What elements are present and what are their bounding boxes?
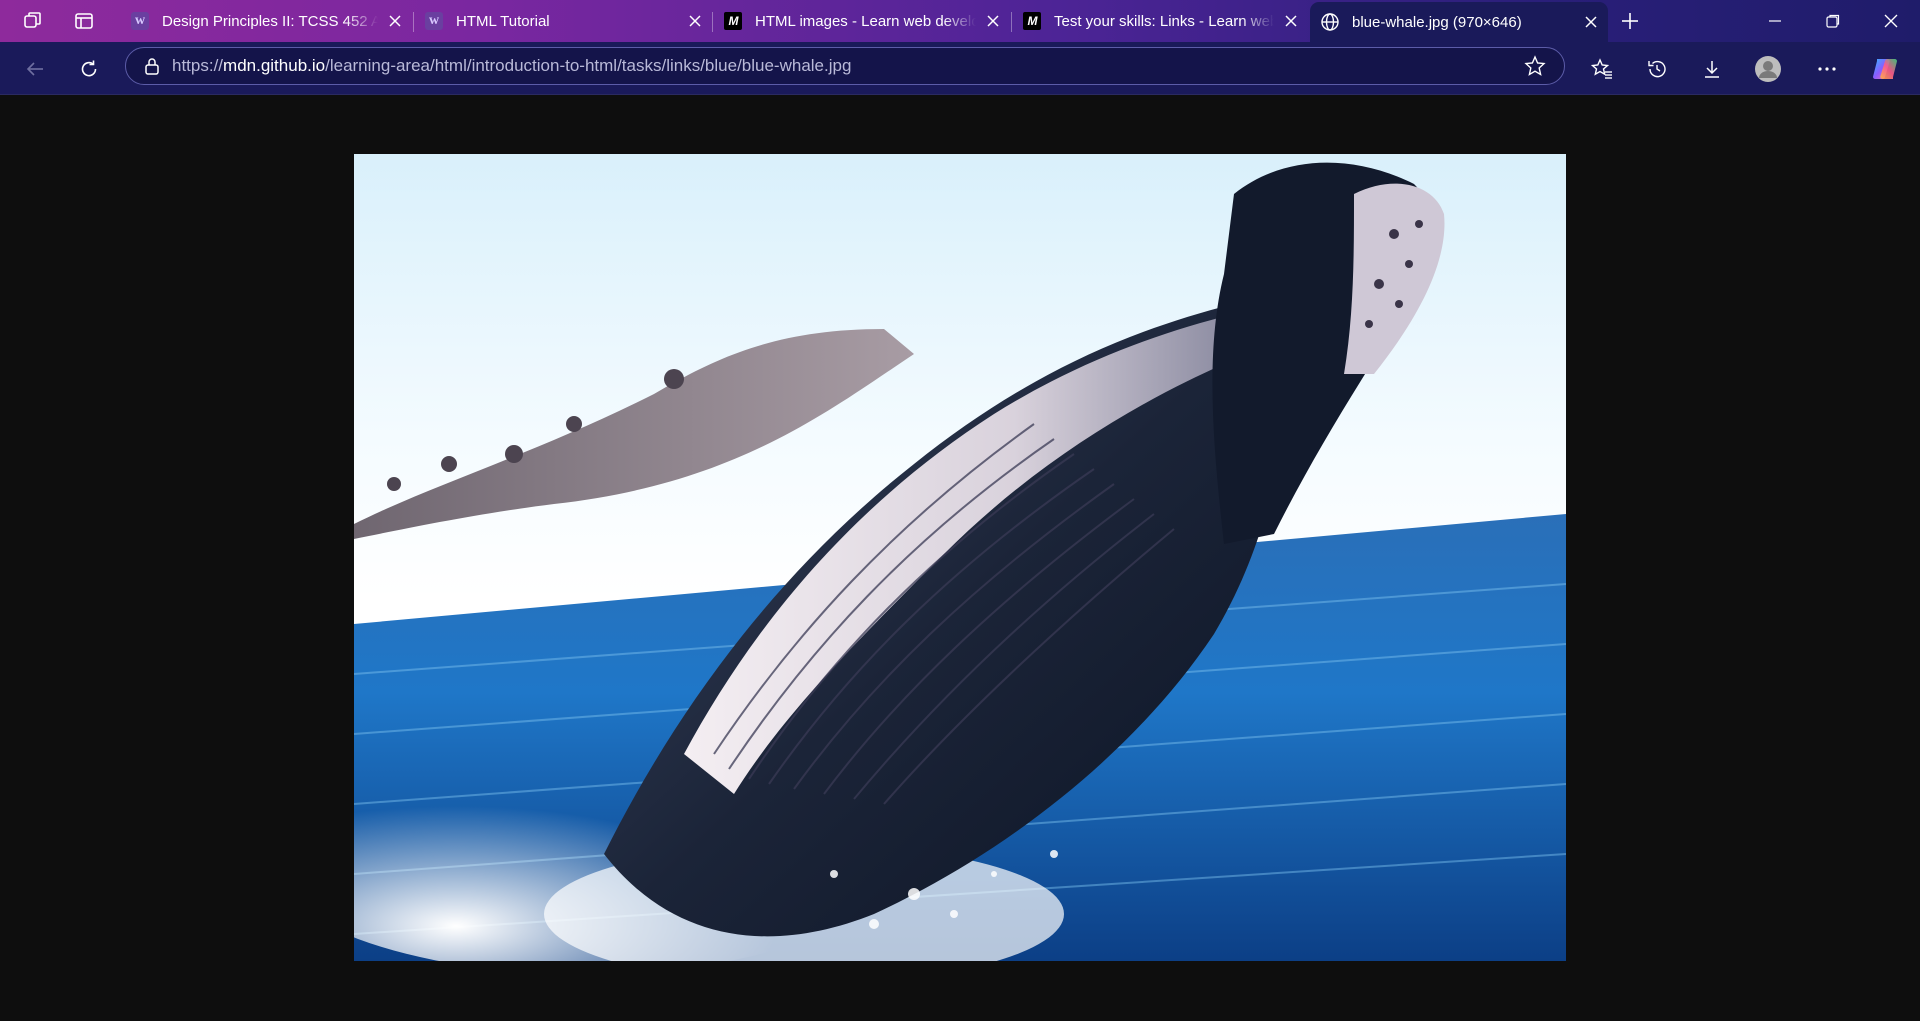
new-tab-button[interactable] [1617, 8, 1643, 34]
tab-title: blue-whale.jpg (970×646) [1352, 13, 1522, 31]
globe-icon [1320, 12, 1340, 32]
downloads-icon[interactable] [1697, 54, 1727, 84]
url-path: /learning-area/html/introduction-to-html… [325, 56, 852, 75]
close-tab-icon[interactable] [1580, 11, 1602, 33]
tab-html-tutorial[interactable]: w HTML Tutorial [414, 4, 712, 38]
minimize-button[interactable] [1752, 0, 1798, 42]
back-button[interactable] [20, 54, 50, 84]
tab-design-principles[interactable]: w Design Principles II: TCSS 452 A Sp [120, 4, 412, 38]
tab-title: HTML images - Learn web develo [755, 12, 976, 30]
close-tab-icon[interactable] [1280, 10, 1302, 32]
tab-actions-icon[interactable] [71, 8, 97, 34]
restore-button[interactable] [1810, 0, 1856, 42]
close-window-button[interactable] [1868, 0, 1914, 42]
blue-whale-image[interactable] [354, 154, 1566, 961]
refresh-button[interactable] [74, 54, 104, 84]
w-favicon-icon: w [424, 11, 444, 31]
mdn-favicon-icon: M [723, 11, 743, 31]
tab-title: Design Principles II: TCSS 452 A Sp [162, 12, 378, 30]
tab-strip: w Design Principles II: TCSS 452 A Sp w … [0, 0, 1920, 42]
mdn-favicon-icon: M [1022, 11, 1042, 31]
favorites-icon[interactable] [1587, 54, 1617, 84]
browser-toolbar: https://mdn.github.io/learning-area/html… [0, 42, 1920, 94]
favorite-star-icon[interactable] [1524, 55, 1546, 77]
tab-test-your-skills[interactable]: M Test your skills: Links - Learn web [1012, 4, 1308, 38]
tab-blue-whale[interactable]: blue-whale.jpg (970×646) [1310, 2, 1608, 42]
close-tab-icon[interactable] [684, 10, 706, 32]
url-scheme: https:// [172, 56, 224, 75]
tab-title: HTML Tutorial [456, 12, 550, 30]
address-bar[interactable]: https://mdn.github.io/learning-area/html… [125, 47, 1565, 85]
url-text[interactable]: https://mdn.github.io/learning-area/html… [172, 56, 851, 76]
more-options-icon[interactable] [1812, 54, 1842, 84]
w-favicon-icon: w [130, 11, 150, 31]
tab-title: Test your skills: Links - Learn web [1054, 12, 1274, 30]
url-host: mdn.github.io [223, 56, 326, 75]
close-tab-icon[interactable] [384, 10, 406, 32]
profile-avatar-icon[interactable] [1753, 54, 1783, 84]
close-tab-icon[interactable] [982, 10, 1004, 32]
copilot-icon[interactable] [1870, 54, 1900, 84]
history-icon[interactable] [1642, 54, 1672, 84]
lock-icon[interactable] [144, 57, 160, 75]
workspaces-icon[interactable] [20, 8, 46, 34]
tab-html-images[interactable]: M HTML images - Learn web develo [713, 4, 1010, 38]
